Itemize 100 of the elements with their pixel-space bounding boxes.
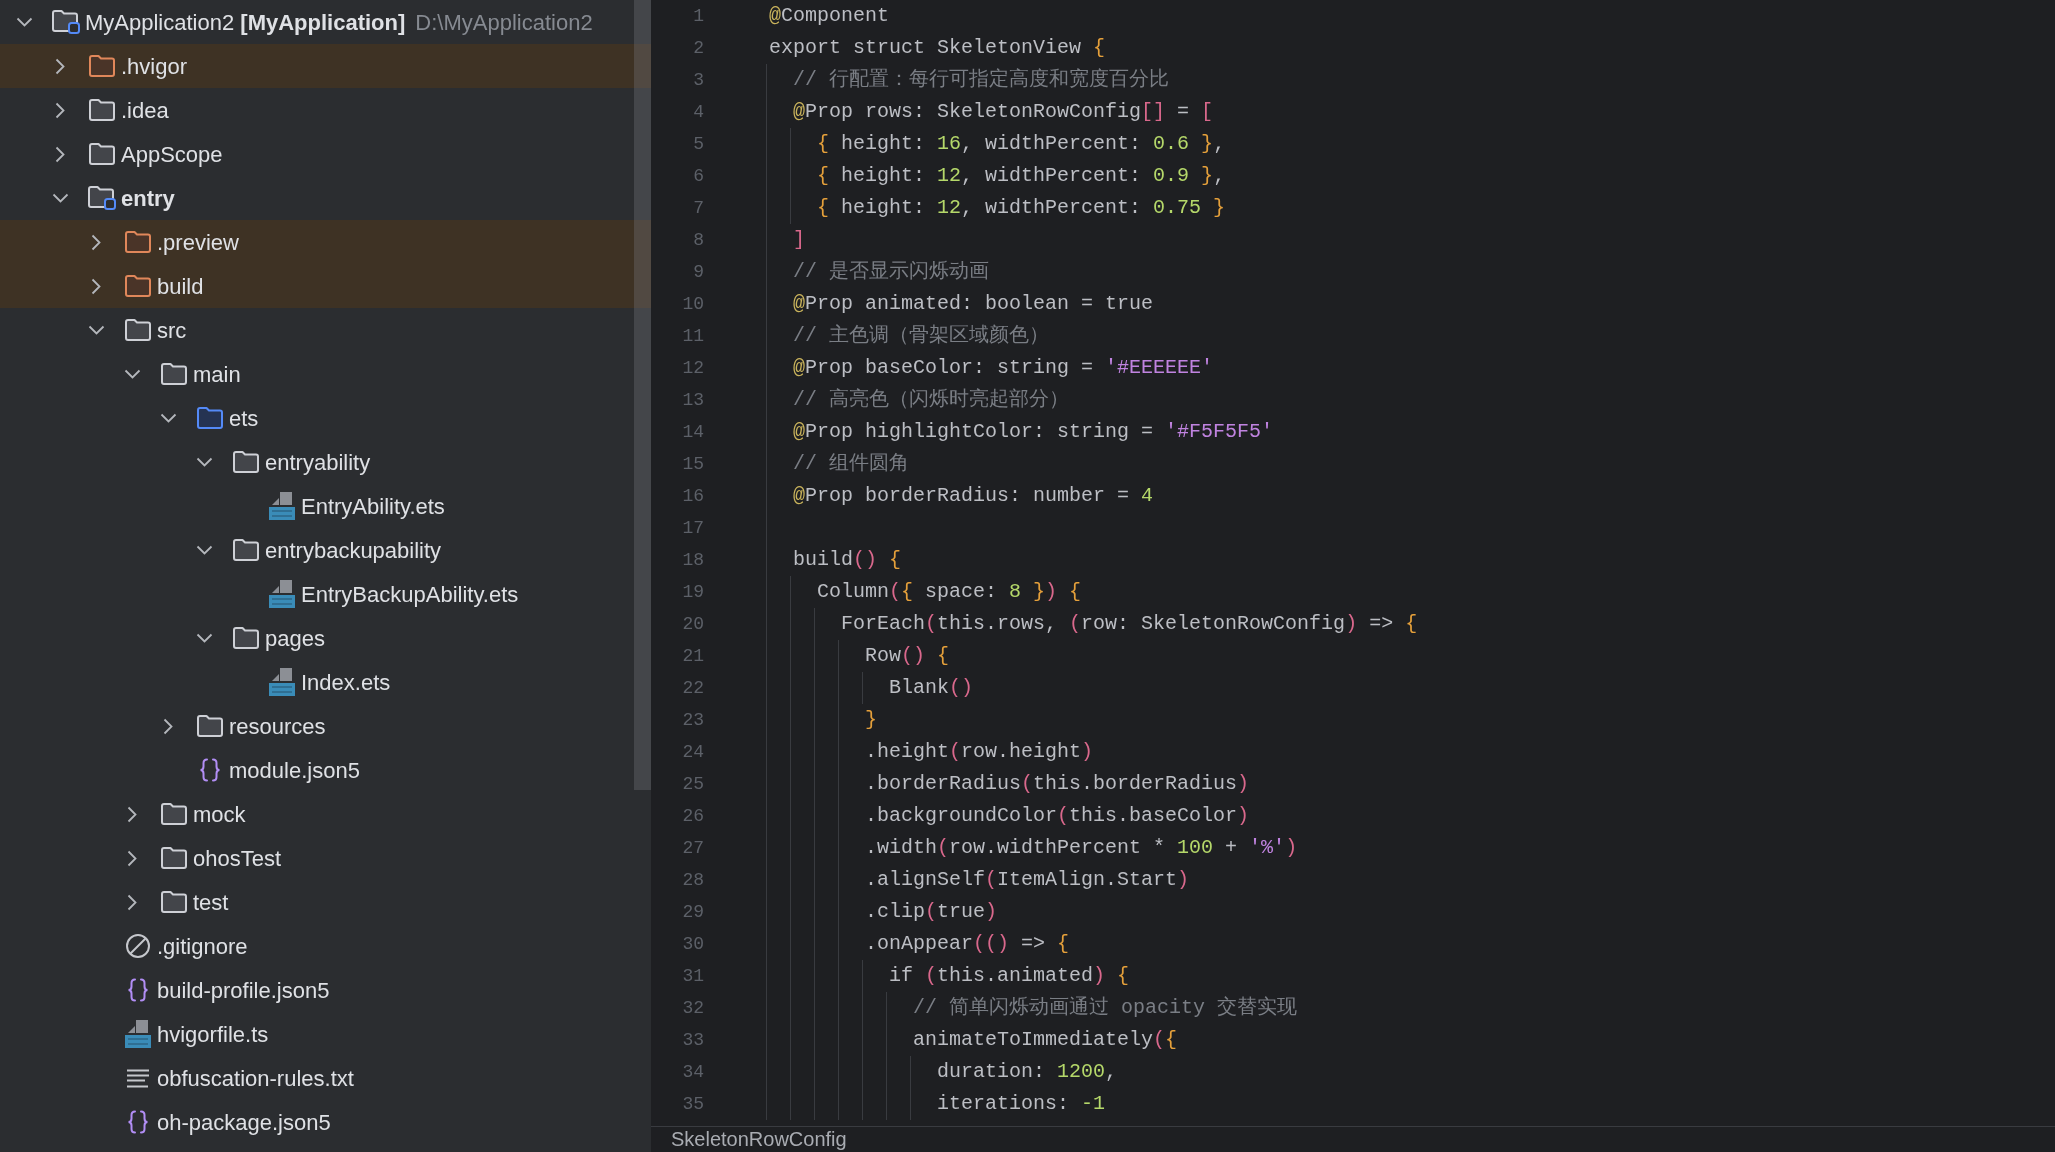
tree-item[interactable]: build-profile.json5 [0,968,651,1012]
chevron-icon[interactable] [195,545,213,555]
tree-item[interactable]: src [0,308,651,352]
circle-slash-icon [126,934,150,958]
line-number: 13 [681,388,704,412]
chevron-icon[interactable] [195,633,213,643]
code-line: Row() { [865,643,950,669]
line-number: 31 [681,964,704,988]
tree-item[interactable]: build [0,264,651,308]
code-line: { height: 16, widthPercent: 0.6 }, [817,131,1226,157]
code-line: // 组件圆角 [793,451,909,477]
tree-item[interactable]: MyApplication2 [MyApplication] D:\MyApplication2 [0,0,651,44]
tree-item[interactable]: .hvigor [0,44,651,88]
scrollbar[interactable] [634,0,651,790]
script-file-icon [125,1020,151,1048]
tree-item[interactable]: entrybackupability [0,528,651,572]
line-number: 22 [681,676,704,700]
chevron-icon[interactable] [55,101,65,119]
code-line: build() { [793,547,902,573]
code-line: .borderRadius(this.borderRadius) [865,771,1250,797]
code-line: // 主色调（骨架区域颜色） [793,323,1049,349]
code-line: // 高亮色（闪烁时亮起部分） [793,387,1069,413]
line-number: 10 [681,292,704,316]
code-line: export struct SkeletonView { [769,35,1106,61]
tree-item[interactable]: resources [0,704,651,748]
code-line: @Prop borderRadius: number = 4 [793,483,1154,509]
line-number: 29 [681,900,704,924]
braces-icon [127,978,149,1002]
code-line: // 是否显示闪烁动画 [793,259,989,285]
code-line: { height: 12, widthPercent: 0.9 }, [817,163,1226,189]
code-line: ForEach(this.rows, (row: SkeletonRowConfig) => { [841,611,1418,637]
tree-item[interactable]: module.json5 [0,748,651,792]
script-file-icon [269,580,295,608]
tree-item[interactable]: EntryBackupAbility.ets [0,572,651,616]
line-number: 4 [692,100,704,124]
code-line: animateToImmediately({ [913,1027,1178,1053]
code-line: .clip(true) [865,899,998,925]
text-lines-icon [126,1068,150,1088]
chevron-icon[interactable] [195,457,213,467]
tree-item[interactable]: entry [0,176,651,220]
code-line: duration: 1200, [937,1059,1118,1085]
script-file-icon [269,492,295,520]
tree-item[interactable]: hvigorfile.ts [0,1012,651,1056]
line-number: 24 [681,740,704,764]
line-number: 7 [692,196,704,220]
chevron-icon[interactable] [127,805,137,823]
chevron-icon[interactable] [55,145,65,163]
tree-item[interactable]: pages [0,616,651,660]
code-line: @Prop highlightColor: string = '#F5F5F5' [793,419,1274,445]
tree-item[interactable]: .gitignore [0,924,651,968]
chevron-icon[interactable] [91,277,101,295]
chevron-icon[interactable] [87,325,105,335]
chevron-icon[interactable] [163,717,173,735]
tree-item[interactable]: oh-package.json5 [0,1100,651,1144]
chevron-icon[interactable] [127,849,137,867]
line-number: 15 [681,452,704,476]
chevron-icon[interactable] [15,17,33,27]
tree-item[interactable]: test [0,880,651,924]
line-number: 3 [692,68,704,92]
chevron-icon[interactable] [123,369,141,379]
chevron-icon[interactable] [127,893,137,911]
line-number: 33 [681,1028,704,1052]
code-line: } [865,707,877,733]
line-number: 5 [692,132,704,156]
line-number: 23 [681,708,704,732]
code-line: // 简单闪烁动画通过 opacity 交替实现 [913,995,1298,1021]
code-line: .width(row.widthPercent * 100 + '%') [865,835,1298,861]
line-number: 1 [692,4,704,28]
tree-item[interactable]: Index.ets [0,660,651,704]
code-line: if (this.animated) { [889,963,1130,989]
code-line: @Component [769,3,890,29]
tree-item[interactable]: .preview [0,220,651,264]
tree-item[interactable]: obfuscation-rules.txt [0,1056,651,1100]
breadcrumb-item[interactable]: SkeletonRowConfig [671,1128,847,1150]
tree-item[interactable]: mock [0,792,651,836]
tree-item[interactable]: EntryAbility.ets [0,484,651,528]
braces-icon [127,1110,149,1134]
chevron-icon[interactable] [55,57,65,75]
project-path: D:\MyApplication2 [415,8,593,37]
tree-item[interactable]: ohosTest [0,836,651,880]
chevron-icon[interactable] [51,193,69,203]
tree-item[interactable]: ets [0,396,651,440]
code-line: @Prop animated: boolean = true [793,291,1154,317]
line-number: 18 [681,548,704,572]
tree-item[interactable]: .idea [0,88,651,132]
line-number: 35 [681,1092,704,1116]
line-number: 8 [692,228,704,252]
line-number: 30 [681,932,704,956]
line-number: 25 [681,772,704,796]
tree-item[interactable]: AppScope [0,132,651,176]
chevron-icon[interactable] [159,413,177,423]
chevron-icon[interactable] [91,233,101,251]
tree-item[interactable]: entryability [0,440,651,484]
line-number: 14 [681,420,704,444]
line-number: 27 [681,836,704,860]
tree-item[interactable]: main [0,352,651,396]
line-number: 6 [692,164,704,188]
code-line: @Prop baseColor: string = '#EEEEEE' [793,355,1214,381]
line-number: 34 [681,1060,704,1084]
line-number: 9 [692,260,704,284]
